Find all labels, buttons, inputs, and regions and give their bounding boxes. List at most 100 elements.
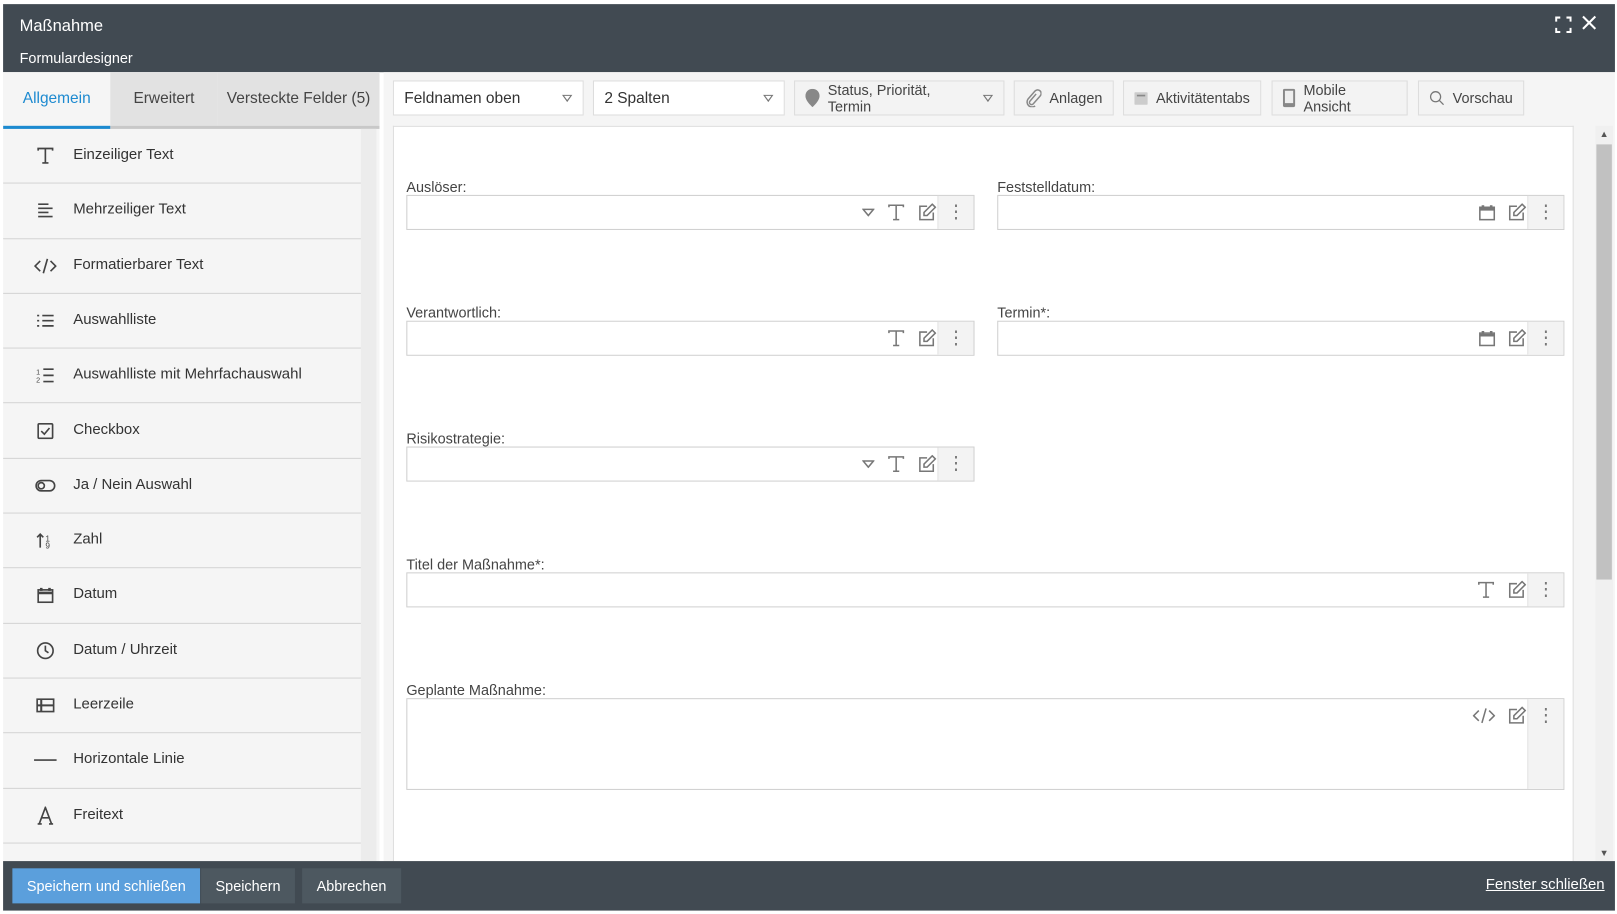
edit-icon[interactable] bbox=[1508, 580, 1527, 600]
activity-tabs-button[interactable]: Aktivitätentabs bbox=[1123, 80, 1262, 116]
form-field-text[interactable]: ⋮ bbox=[406, 320, 975, 356]
empty-row-icon bbox=[34, 694, 57, 717]
tab-allgemein[interactable]: Allgemein bbox=[3, 72, 111, 129]
field-label: Termin*: bbox=[997, 304, 1051, 321]
columns-value: 2 Spalten bbox=[604, 89, 670, 107]
palette-item[interactable]: Formatierbarer Text bbox=[3, 239, 361, 294]
calendar-icon[interactable] bbox=[1479, 330, 1496, 347]
form-field-date[interactable]: ⋮ bbox=[997, 320, 1565, 356]
label-position-select[interactable]: Feldnamen oben bbox=[392, 80, 584, 116]
attachments-button[interactable]: Anlagen bbox=[1013, 80, 1114, 116]
save-button[interactable]: Speichern bbox=[201, 868, 295, 904]
tab-versteckte-felder[interactable]: Versteckte Felder (5) bbox=[217, 72, 380, 126]
form-field-text[interactable]: ⋮ bbox=[406, 572, 1565, 608]
palette-item[interactable]: Mehrzeiliger Text bbox=[3, 184, 361, 239]
palette-item-label: Mehrzeiliger Text bbox=[73, 201, 186, 218]
form-canvas: Auslöser: ⋮ Feststelldatum: ⋮ Verantwortlich… bbox=[392, 125, 1574, 862]
palette-item-label: Formatierbarer Text bbox=[73, 256, 204, 273]
checkbox-icon bbox=[34, 419, 57, 442]
form-field-select[interactable]: ⋮ bbox=[406, 446, 975, 482]
activity-tabs-label: Aktivitätentabs bbox=[1155, 89, 1250, 107]
list-icon bbox=[34, 309, 57, 332]
status-button[interactable]: Status, Priorität, Termin bbox=[794, 80, 1005, 116]
text-t-icon[interactable] bbox=[887, 203, 906, 222]
palette-item[interactable]: Checkbox bbox=[3, 404, 361, 459]
maximize-icon[interactable] bbox=[1555, 16, 1572, 39]
palette-item[interactable]: Datum bbox=[3, 569, 361, 624]
window-header: Maßnahme Formulardesigner bbox=[3, 4, 1615, 73]
palette-item[interactable]: 1 9 Zahl bbox=[3, 514, 361, 569]
attachments-label: Anlagen bbox=[1049, 89, 1103, 107]
field-label: Titel der Maßnahme*: bbox=[406, 555, 545, 573]
palette-item[interactable]: Leerzeile bbox=[3, 679, 361, 734]
search-icon bbox=[1429, 91, 1445, 106]
more-vertical-icon[interactable]: ⋮ bbox=[1527, 321, 1564, 355]
form-field-richtext[interactable]: ⋮ bbox=[406, 698, 1565, 790]
edit-icon[interactable] bbox=[918, 328, 937, 348]
map-pin-icon bbox=[805, 88, 820, 108]
more-vertical-icon[interactable]: ⋮ bbox=[937, 321, 974, 355]
columns-select[interactable]: 2 Spalten bbox=[592, 80, 785, 116]
more-vertical-icon[interactable]: ⋮ bbox=[1527, 573, 1564, 607]
chevron-down-icon bbox=[982, 94, 994, 102]
horizontal-line-icon bbox=[34, 749, 57, 772]
canvas-scrollbar[interactable]: ▲ ▼ bbox=[1595, 125, 1613, 862]
form-field-select[interactable]: ⋮ bbox=[406, 194, 975, 230]
calendar-icon[interactable] bbox=[1479, 204, 1496, 221]
mobile-view-label: Mobile Ansicht bbox=[1303, 81, 1351, 115]
edit-icon[interactable] bbox=[1508, 203, 1527, 222]
close-window-link[interactable]: Fenster schließen bbox=[1486, 877, 1605, 894]
chevron-down-icon bbox=[562, 94, 573, 102]
palette-item-label: Leerzeile bbox=[73, 696, 134, 713]
more-vertical-icon[interactable]: ⋮ bbox=[937, 195, 974, 229]
palette-item-label: Horizontale Linie bbox=[73, 751, 185, 768]
more-vertical-icon[interactable]: ⋮ bbox=[937, 447, 974, 481]
palette-item[interactable]: Ja / Nein Auswahl bbox=[3, 459, 361, 514]
palette-item[interactable]: Horizontale Linie bbox=[3, 734, 361, 789]
field-palette: Allgemein Erweitert Versteckte Felder (5… bbox=[3, 72, 380, 862]
field-label: Geplante Maßnahme: bbox=[406, 681, 546, 699]
window-title: Maßnahme bbox=[19, 17, 104, 36]
palette-item-label: Auswahlliste mit Mehrfachauswahl bbox=[73, 366, 302, 383]
svg-text:2: 2 bbox=[36, 376, 40, 384]
letter-a-icon bbox=[34, 804, 57, 827]
text-t-icon[interactable] bbox=[1477, 581, 1496, 600]
palette-item[interactable]: Auswahlliste bbox=[3, 294, 361, 349]
edit-icon[interactable] bbox=[1508, 328, 1527, 348]
edit-icon[interactable] bbox=[918, 454, 937, 474]
paperclip-icon bbox=[1026, 89, 1042, 108]
field-label: Verantwortlich: bbox=[406, 304, 502, 321]
tab-erweitert[interactable]: Erweitert bbox=[110, 72, 218, 126]
palette-item-label: Zahl bbox=[73, 531, 103, 548]
dropdown-triangle-icon[interactable] bbox=[862, 460, 875, 469]
edit-icon[interactable] bbox=[918, 203, 937, 222]
footer-bar: Speichern und schließen Speichern Abbrec… bbox=[3, 861, 1615, 911]
window-subtitle: Formulardesigner bbox=[19, 49, 133, 67]
palette-scrollbar[interactable] bbox=[360, 128, 377, 862]
palette-item-label: Datum / Uhrzeit bbox=[73, 641, 178, 658]
code-icon[interactable] bbox=[1472, 707, 1496, 724]
palette-item[interactable]: Einzeiliger Text bbox=[3, 129, 361, 184]
palette-item-label: Datum bbox=[73, 586, 118, 603]
palette-item-label: Checkbox bbox=[73, 421, 140, 438]
text-t-icon[interactable] bbox=[887, 455, 906, 474]
cancel-button[interactable]: Abbrechen bbox=[302, 868, 401, 904]
text-t-icon bbox=[34, 144, 57, 167]
palette-item[interactable]: 1 2 Auswahlliste mit Mehrfachauswahl bbox=[3, 349, 361, 404]
palette-item[interactable]: Freitext bbox=[3, 788, 361, 844]
close-icon[interactable] bbox=[1581, 14, 1598, 36]
more-vertical-icon[interactable]: ⋮ bbox=[1527, 195, 1564, 229]
text-t-icon[interactable] bbox=[887, 329, 906, 348]
save-and-close-button[interactable]: Speichern und schließen bbox=[12, 868, 201, 904]
dropdown-triangle-icon[interactable] bbox=[862, 208, 875, 217]
preview-label: Vorschau bbox=[1452, 89, 1513, 107]
svg-text:9: 9 bbox=[45, 542, 50, 549]
preview-button[interactable]: Vorschau bbox=[1417, 80, 1525, 116]
palette-item[interactable]: Datum / Uhrzeit bbox=[3, 624, 361, 679]
form-field-date[interactable]: ⋮ bbox=[997, 194, 1565, 230]
mobile-view-button[interactable]: Mobile Ansicht bbox=[1271, 80, 1408, 116]
toggle-icon bbox=[34, 474, 57, 497]
edit-icon[interactable] bbox=[1508, 706, 1527, 725]
clock-icon bbox=[34, 639, 57, 662]
more-vertical-icon[interactable]: ⋮ bbox=[1527, 699, 1564, 789]
